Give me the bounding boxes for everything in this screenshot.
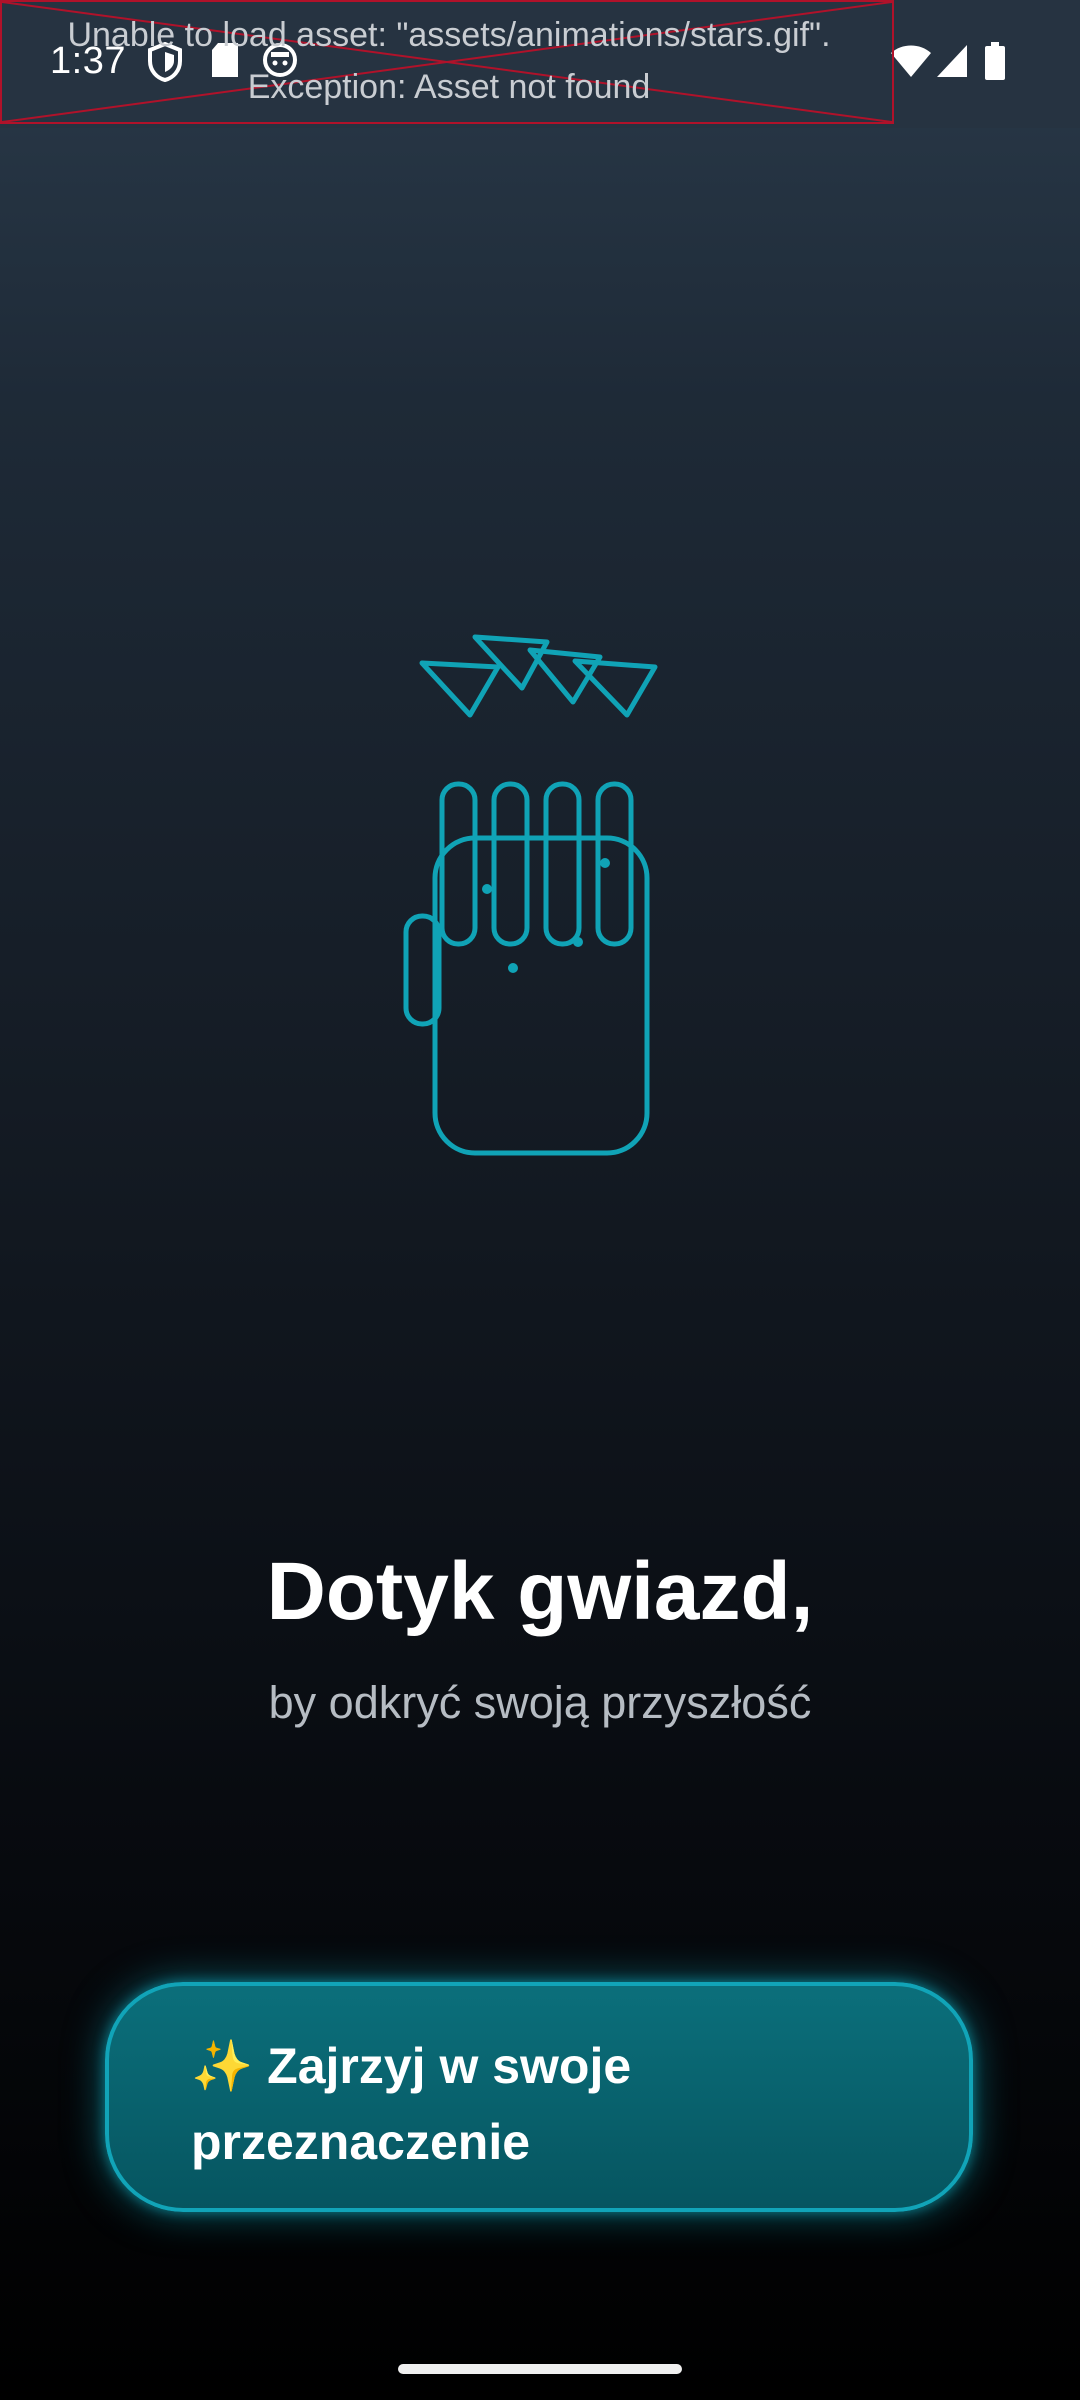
reveal-destiny-button[interactable]: ✨ Zajrzyj w swoje przeznaczenie xyxy=(105,1982,973,2212)
battery-icon xyxy=(985,42,1005,85)
asset-error-overlay: Unable to load asset: "assets/animations… xyxy=(0,0,894,124)
home-indicator[interactable] xyxy=(398,2364,682,2374)
signal-icon xyxy=(936,44,968,83)
error-message-line1: Unable to load asset: "assets/animations… xyxy=(67,16,831,54)
hand-with-stars-icon[interactable] xyxy=(395,620,675,1185)
error-message-line2: Exception: Asset not found xyxy=(247,68,651,106)
wifi-icon xyxy=(890,44,932,83)
page-title: Dotyk gwiazd, xyxy=(266,1546,814,1637)
app-screen: 1:37 Unable to load asset: "assets/anima… xyxy=(0,0,1080,2400)
reveal-destiny-button-label: ✨ Zajrzyj w swoje przeznaczenie xyxy=(191,2038,632,2170)
page-subtitle: by odkryć swoją przyszłość xyxy=(268,1677,812,1728)
